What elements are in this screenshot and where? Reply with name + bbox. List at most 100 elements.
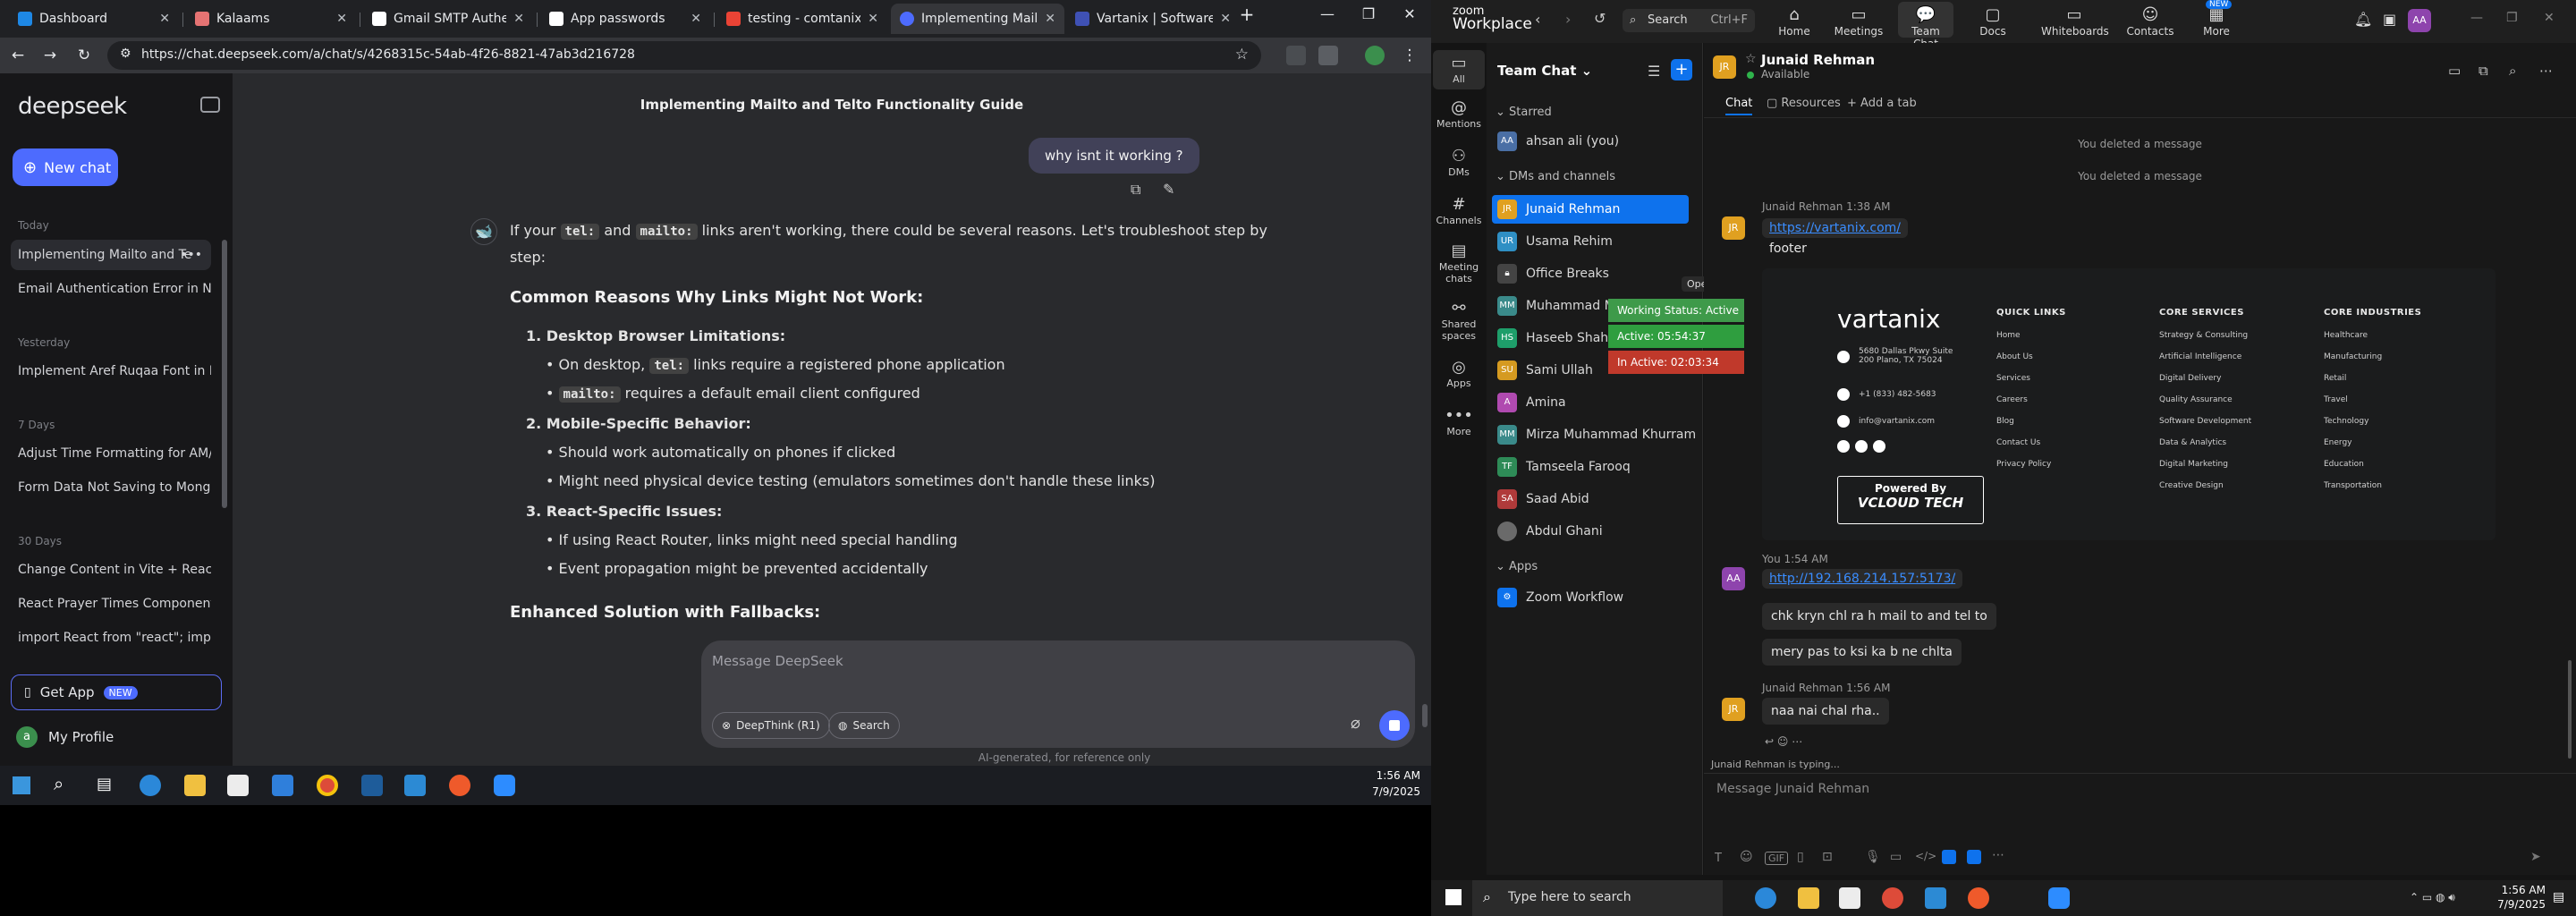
dm-item[interactable]: TF Tamseela Farooq [1492, 453, 1689, 481]
edit-icon[interactable]: ✎ [1163, 181, 1174, 198]
rail-apps[interactable]: ◎ Apps [1433, 358, 1485, 389]
chrome-menu-icon[interactable]: ⋮ [1397, 43, 1422, 68]
screenshot-icon[interactable]: ⊡ [1822, 850, 1833, 864]
apps-panel-icon[interactable]: ▣ [2383, 11, 2396, 28]
chrome-icon[interactable] [1882, 887, 1903, 909]
extension-icon[interactable] [1286, 46, 1306, 65]
address-bar[interactable]: ⚙ https://chat.deepseek.com/a/chat/s/426… [107, 41, 1261, 70]
nav-meetings[interactable]: ▭ Meetings [1832, 5, 1885, 38]
rail-more[interactable]: ••• More [1433, 406, 1485, 437]
rail-channels[interactable]: # Channels [1433, 195, 1485, 226]
message-actions[interactable]: ↩ ☺ ⋯ [1765, 735, 1802, 748]
stop-button[interactable] [1379, 710, 1410, 741]
file-explorer-icon[interactable] [184, 775, 206, 796]
notifications-icon[interactable]: ▤ [2553, 890, 2564, 904]
close-tab-icon[interactable]: ✕ [159, 12, 170, 26]
history-item[interactable]: Form Data Not Saving to Mongo [11, 472, 211, 503]
sidebar-scrollbar[interactable] [222, 240, 227, 508]
message-link[interactable]: https://vartanix.com/ [1769, 221, 1901, 235]
section-dms[interactable]: ⌄ DMs and channels [1496, 170, 1615, 183]
screen-share-icon[interactable]: ⧉ [2479, 63, 2488, 79]
zoom-taskbar-icon[interactable] [2048, 887, 2070, 909]
vscode-alt-icon[interactable] [361, 775, 383, 796]
nav-more[interactable]: NEW ▦ More [2190, 0, 2243, 38]
windows-start-icon[interactable] [13, 776, 30, 794]
rail-meeting-chats[interactable]: ▤ Meeting chats [1433, 242, 1485, 284]
nav-team-chat[interactable]: 💬Team Chat [1898, 2, 1953, 50]
nav-home[interactable]: ⌂ Home [1767, 5, 1821, 38]
forward-icon[interactable]: › [1565, 11, 1571, 28]
message-link-bubble[interactable]: http://192.168.214.157:5173/ [1762, 569, 1963, 589]
file-explorer-icon[interactable] [1798, 887, 1819, 909]
bookmark-star-icon[interactable]: ☆ [1235, 46, 1249, 64]
new-tab-icon[interactable]: + [1229, 4, 1265, 25]
search-icon[interactable]: ⌕ [54, 773, 64, 794]
more-options-icon[interactable]: ⋯ [2539, 63, 2553, 79]
notification-bell-icon[interactable]: 🔔︎ [2354, 11, 2372, 28]
tab-gmail-smtp[interactable]: Gmail SMTP Authenticati ✕ [363, 4, 533, 34]
filter-icon[interactable]: ☰ [1648, 63, 1660, 80]
dm-junaid-rehman[interactable]: JR Junaid Rehman [1492, 195, 1689, 224]
dm-item[interactable]: SA Saad Abid [1492, 485, 1689, 513]
star-icon[interactable]: ☆ [1745, 52, 1757, 66]
close-window-icon[interactable]: ✕ [1392, 5, 1428, 22]
close-tab-icon[interactable]: ✕ [513, 12, 524, 26]
section-apps[interactable]: ⌄ Apps [1496, 560, 1538, 573]
tab-app-passwords[interactable]: App passwords ✕ [540, 4, 710, 34]
image-attachment[interactable]: vartanix 5680 Dallas Pkwy Suite 200 Plan… [1762, 268, 2496, 540]
mail-icon[interactable] [272, 775, 293, 796]
tab-chat[interactable]: Chat [1725, 97, 1753, 115]
channel-item[interactable]: 🔒︎ Office Breaks [1492, 259, 1689, 288]
zoom-message-input[interactable]: Message Junaid Rehman [1716, 782, 1869, 796]
code-icon[interactable]: </> [1915, 850, 1936, 862]
zoom-taskbar-icon[interactable] [494, 775, 515, 796]
audio-icon[interactable]: 🎙︎ [1865, 850, 1881, 864]
close-tab-icon[interactable]: ✕ [691, 12, 701, 26]
collapse-sidebar-icon[interactable] [200, 97, 220, 113]
history-item[interactable]: Adjust Time Formatting for AM/ [11, 438, 211, 469]
restore-icon[interactable]: ❐ [2506, 11, 2518, 25]
back-icon[interactable]: ← [5, 43, 30, 68]
store-icon[interactable] [1839, 887, 1860, 909]
chat-scrollbar[interactable] [1422, 704, 1428, 727]
chrome-icon[interactable] [317, 775, 338, 796]
starred-item[interactable]: AA ahsan ali (you) [1492, 127, 1689, 156]
message-link-bubble[interactable]: https://vartanix.com/ [1762, 218, 1908, 238]
store-icon[interactable] [227, 775, 249, 796]
close-tab-icon[interactable]: ✕ [1045, 12, 1055, 26]
history-item[interactable]: Implementing Mailto and Te ••• [11, 240, 211, 270]
forward-icon[interactable]: → [38, 43, 63, 68]
extensions-puzzle-icon[interactable] [1318, 46, 1338, 65]
rail-mentions[interactable]: @ Mentions [1433, 98, 1485, 130]
dm-item[interactable]: A Amina [1492, 388, 1689, 417]
minimize-icon[interactable]: — [1309, 5, 1345, 22]
dm-item[interactable]: MM Mirza Muhammad Khurram [1492, 420, 1696, 449]
format-icon[interactable]: T [1715, 852, 1722, 865]
reload-icon[interactable]: ↻ [72, 43, 97, 68]
edge-icon[interactable] [140, 775, 161, 796]
tab-resources[interactable]: ▢ Resources [1767, 97, 1841, 110]
rail-all[interactable]: ▭ All [1433, 50, 1485, 89]
message-composer[interactable]: Message DeepSeek ⊗ DeepThink (R1) ◍ Sear… [701, 640, 1415, 748]
new-chat-button[interactable]: ⊕ New chat [13, 148, 118, 186]
site-info-icon[interactable]: ⚙ [120, 47, 131, 61]
tab-dashboard[interactable]: Dashboard ✕ [9, 4, 179, 34]
video-call-icon[interactable]: ▭ [2448, 63, 2461, 79]
restore-icon[interactable]: ❐ [1351, 5, 1386, 22]
gif-button[interactable]: GIF [1765, 852, 1789, 865]
video-message-icon[interactable]: ▭ [1890, 850, 1902, 864]
vscode-icon[interactable] [1925, 887, 1946, 909]
close-window-icon[interactable]: ✕ [2544, 11, 2555, 25]
history-item[interactable]: Change Content in Vite + React [11, 555, 211, 585]
tray-icons[interactable]: ⌃ ▭ ◍ 🔊︎ [2410, 891, 2455, 904]
app-shortcut-icon[interactable] [1942, 850, 1956, 864]
windows-start-icon[interactable] [1445, 889, 1462, 905]
more-options-icon[interactable]: ••• [180, 240, 202, 270]
history-item[interactable]: Email Authentication Error in No [11, 274, 211, 304]
nav-contacts[interactable]: ☺ Contacts [2123, 5, 2177, 38]
chat-scrollbar[interactable] [2568, 660, 2572, 759]
team-chat-title[interactable]: Team Chat ⌄ [1497, 63, 1592, 79]
tab-deepseek-active[interactable]: Implementing Mailto a ✕ [891, 4, 1064, 34]
tab-add[interactable]: + Add a tab [1847, 97, 1917, 110]
message-link[interactable]: http://192.168.214.157:5173/ [1769, 572, 1955, 586]
